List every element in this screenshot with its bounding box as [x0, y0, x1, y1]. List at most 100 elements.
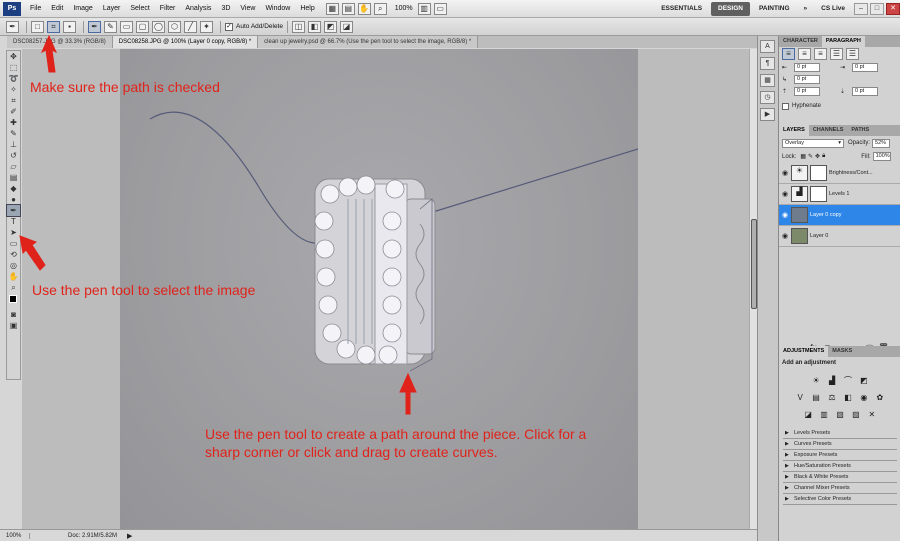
tab-clean-up-jewelry[interactable]: clean up jewelry.psd @ 66.7% (Use the pe… [258, 36, 479, 48]
zoom-tool-icon[interactable]: ⌕ [7, 282, 20, 293]
preset-item[interactable]: ▶ Hue/Saturation Presets [783, 461, 897, 472]
zoom-icon[interactable]: ⌕ [373, 2, 387, 15]
rectangle-icon[interactable]: ▭ [120, 20, 133, 33]
menu-image[interactable]: Image [68, 0, 97, 18]
type-tool-icon[interactable]: T [7, 216, 20, 227]
maximize-button[interactable]: □ [870, 3, 884, 15]
healing-brush-tool-icon[interactable]: ✚ [7, 117, 20, 128]
shape-layers-icon[interactable]: □ [31, 20, 44, 33]
actions-panel-icon[interactable]: ▶ [760, 108, 775, 121]
character-panel-icon[interactable]: A [760, 40, 775, 53]
align-right-icon[interactable]: ≡ [814, 48, 827, 60]
status-menu-arrow-icon[interactable]: ▶ [127, 532, 132, 540]
posterize-icon[interactable]: ▥ [818, 409, 830, 420]
line-icon[interactable]: ╱ [184, 20, 197, 33]
lasso-tool-icon[interactable]: ➰ [7, 73, 20, 84]
menu-analysis[interactable]: Analysis [180, 0, 216, 18]
canvas-vertical-scrollbar[interactable] [749, 49, 757, 529]
status-zoom[interactable]: 100% [0, 532, 30, 539]
menu-view[interactable]: View [235, 0, 260, 18]
layer-row[interactable]: ◉ Layer 0 [779, 226, 900, 247]
menu-3d[interactable]: 3D [216, 0, 235, 18]
freeform-pen-icon[interactable]: ✎ [104, 20, 117, 33]
justify-all-icon[interactable]: ☰ [846, 48, 859, 60]
path-exclude-icon[interactable]: ◪ [339, 20, 353, 33]
align-left-icon[interactable]: ≡ [782, 48, 795, 60]
lock-transparent-icon[interactable]: ▦ [800, 153, 806, 160]
fill-pixels-icon[interactable]: ▪ [63, 20, 76, 33]
layer-row[interactable]: ◉ Layer 0 copy [779, 205, 900, 226]
layers-panel-icon[interactable]: ▦ [760, 74, 775, 87]
brush-tool-icon[interactable]: ✎ [7, 128, 20, 139]
tab-dsc08258[interactable]: DSC08258.JPG @ 100% (Layer 0 copy, RGB/8… [112, 36, 259, 48]
lock-image-icon[interactable]: ✎ [808, 153, 813, 160]
eyedropper-tool-icon[interactable]: ✐ [7, 106, 20, 117]
polygon-icon[interactable]: ⬡ [168, 20, 181, 33]
color-balance-icon[interactable]: ⚖ [826, 392, 838, 403]
photo-filter-icon[interactable]: ◉ [858, 392, 870, 403]
invert-icon[interactable]: ◪ [802, 409, 814, 420]
preset-item[interactable]: ▶ Exposure Presets [783, 450, 897, 461]
paths-mode-icon[interactable]: ⌗ [47, 20, 60, 33]
tab-adjustments[interactable]: ADJUSTMENTS [779, 346, 829, 357]
menu-help[interactable]: Help [295, 0, 319, 18]
tab-layers[interactable]: LAYERS [779, 125, 809, 136]
menu-layer[interactable]: Layer [98, 0, 126, 18]
visibility-eye-icon[interactable]: ◉ [779, 190, 791, 198]
indent-left-field[interactable]: 0 pt [794, 62, 820, 72]
arrange-documents-icon[interactable]: ▥ [417, 2, 431, 15]
layer-row[interactable]: ◉ ☀ Brightness/Cont... [779, 163, 900, 184]
tab-paragraph[interactable]: PARAGRAPH [821, 36, 865, 47]
more-workspaces-button[interactable]: » [797, 0, 815, 18]
menu-edit[interactable]: Edit [46, 0, 68, 18]
screen-mode-tool-icon[interactable]: ▣ [7, 320, 20, 331]
pen-tool-preset-icon[interactable]: ✒ [6, 20, 19, 33]
zoom-level[interactable]: 100% [390, 0, 418, 18]
tab-dsc08257[interactable]: DSC08257.JPG @ 33.3% (RGB/8) [7, 36, 113, 48]
fill-field[interactable]: 100% [872, 152, 891, 161]
space-after-field[interactable]: 0 pt [852, 86, 878, 96]
pen-tool-icon[interactable]: ✒ [6, 204, 21, 217]
menu-file[interactable]: File [25, 0, 46, 18]
dodge-tool-icon[interactable]: ● [7, 194, 20, 205]
tab-channels[interactable]: CHANNELS [809, 125, 848, 136]
color-swatches-icon[interactable] [7, 293, 20, 309]
exposure-icon[interactable]: ◩ [858, 375, 870, 386]
clone-stamp-tool-icon[interactable]: ⊥ [7, 139, 20, 150]
curves-icon[interactable]: ⌒ [842, 375, 854, 386]
hyphenate-checkbox[interactable] [782, 102, 789, 110]
crop-tool-icon[interactable]: ⌗ [7, 95, 20, 106]
mini-bridge-icon[interactable]: ▤ [341, 2, 355, 15]
ellipse-icon[interactable]: ◯ [152, 20, 165, 33]
channel-mixer-icon[interactable]: ✿ [874, 392, 886, 403]
indent-right-field[interactable]: 0 pt [852, 62, 878, 72]
shape-tool-icon[interactable]: ▭ [7, 238, 20, 249]
preset-item[interactable]: ▶ Levels Presets [783, 428, 897, 439]
pen-icon[interactable]: ✒ [88, 20, 101, 33]
path-subtract-icon[interactable]: ◧ [307, 20, 321, 33]
blur-tool-icon[interactable]: ◆ [7, 183, 20, 194]
hue-saturation-icon[interactable]: ▤ [810, 392, 822, 403]
cs-live-button[interactable]: CS Live [814, 0, 852, 18]
tab-paths[interactable]: PATHS [847, 125, 873, 136]
path-add-icon[interactable]: ◫ [291, 20, 305, 33]
menu-select[interactable]: Select [125, 0, 154, 18]
gradient-tool-icon[interactable]: ▤ [7, 172, 20, 183]
eraser-tool-icon[interactable]: ▱ [7, 161, 20, 172]
visibility-eye-icon[interactable]: ◉ [779, 232, 791, 240]
hand-icon[interactable]: ✋ [357, 2, 371, 15]
visibility-eye-icon[interactable]: ◉ [779, 169, 791, 177]
workspace-painting[interactable]: PAINTING [752, 0, 797, 18]
quick-select-tool-icon[interactable]: ✧ [7, 84, 20, 95]
selective-color-icon[interactable]: ✕ [866, 409, 878, 420]
tab-masks[interactable]: MASKS [828, 346, 856, 357]
custom-shape-icon[interactable]: ✦ [200, 20, 213, 33]
layer-row[interactable]: ◉ ▟ Levels 1 [779, 184, 900, 205]
menu-window[interactable]: Window [260, 0, 295, 18]
screen-mode-icon[interactable]: ▭ [433, 2, 447, 15]
lock-all-icon[interactable]: 🔒︎ [822, 153, 825, 160]
hand-tool-icon[interactable]: ✋ [7, 271, 20, 282]
lock-position-icon[interactable]: ✥ [815, 153, 820, 160]
justify-icon[interactable]: ☰ [830, 48, 843, 60]
quick-mask-icon[interactable]: ◙ [7, 309, 20, 320]
